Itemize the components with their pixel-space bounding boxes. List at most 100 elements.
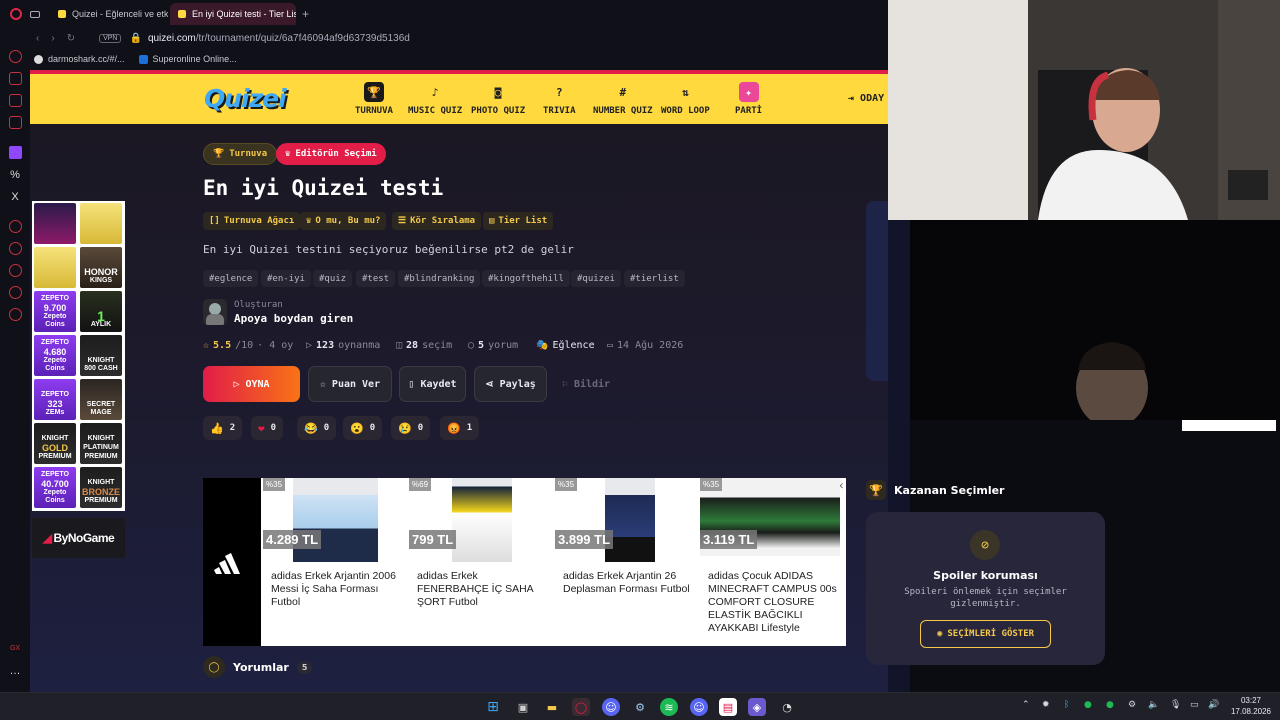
nav-party[interactable]: ✦ PARTİ: [735, 82, 762, 120]
pin-icon[interactable]: [8, 286, 22, 299]
launcher-icon[interactable]: ◈: [748, 698, 766, 716]
tray-spotify-icon[interactable]: ●: [1106, 700, 1114, 710]
reaction-angry[interactable]: 😡 1: [440, 416, 480, 440]
ad-tile[interactable]: ZEPETO 9.700 Zepeto Coins: [34, 291, 76, 332]
file-explorer-icon[interactable]: ▬: [543, 698, 561, 716]
steam-icon[interactable]: ⚙: [631, 698, 649, 716]
forward-icon[interactable]: ›: [51, 33, 54, 44]
tag-chip[interactable]: #kingofthehill: [482, 270, 570, 287]
login-link[interactable]: ⇥ ODAY: [848, 93, 884, 104]
new-tab-plus-icon[interactable]: +: [302, 7, 309, 21]
mode-this-or-that[interactable]: ♛ O mu, Bu mu?: [300, 212, 387, 230]
start-icon[interactable]: ⊞: [484, 698, 502, 716]
nav-tournament[interactable]: 🏆 TURNUVA: [355, 82, 393, 120]
discord-icon[interactable]: ☺: [602, 698, 620, 716]
share-button[interactable]: ⋖ Paylaş: [474, 366, 547, 402]
vpn-badge[interactable]: VPN: [99, 33, 122, 43]
creator-avatar[interactable]: [203, 299, 227, 325]
bynogame-logo[interactable]: ◢ ByNoGame: [32, 518, 125, 558]
tray-chevron-icon[interactable]: ⌃: [1022, 700, 1030, 710]
nav-photo-quiz[interactable]: ◙ PHOTO QUIZ: [471, 82, 525, 120]
ad-tile[interactable]: [34, 203, 76, 244]
monitor-icon[interactable]: ▭: [1190, 700, 1199, 710]
task-view-icon[interactable]: ▣: [514, 698, 532, 716]
save-button[interactable]: ▯ Kaydet: [399, 366, 466, 402]
back-icon[interactable]: ‹: [36, 33, 39, 44]
discord-alt-icon[interactable]: ☺: [690, 698, 708, 716]
messenger-icon[interactable]: [8, 50, 22, 63]
quizei-logo[interactable]: Quizei: [204, 84, 287, 113]
aria-icon[interactable]: [8, 72, 22, 85]
ad-tile[interactable]: SECRET MAGE: [80, 379, 122, 420]
show-choices-button[interactable]: ◉ SEÇİMLERİ GÖSTER: [920, 620, 1051, 648]
ad-tile[interactable]: ZEPETO 323 ZEMs: [34, 379, 76, 420]
tag-chip[interactable]: #test: [356, 270, 396, 287]
ad-tile[interactable]: HONOR KINGS: [80, 247, 122, 288]
nav-music-quiz[interactable]: ♪ MUSIC QUIZ: [408, 82, 462, 120]
reaction-laugh[interactable]: 😂 0: [297, 416, 337, 440]
bulb-icon[interactable]: [8, 264, 22, 277]
tab-switcher-icon[interactable]: [30, 10, 40, 18]
tray-steam-icon[interactable]: ⚙: [1128, 700, 1136, 710]
x-icon[interactable]: X: [9, 190, 22, 203]
music-icon[interactable]: [8, 116, 22, 129]
tag-chip[interactable]: #tierlist: [624, 270, 685, 287]
tray-app-icon[interactable]: ●: [1084, 700, 1092, 710]
bluetooth-icon[interactable]: ᛒ: [1064, 700, 1069, 710]
tab-tier-list[interactable]: En iyi Quizei testi - Tier List: [170, 3, 296, 25]
nav-number-quiz[interactable]: # NUMBER QUIZ: [593, 82, 653, 120]
nav-trivia[interactable]: ? TRIVIA: [543, 82, 576, 120]
reload-icon[interactable]: ↻: [67, 33, 75, 44]
report-button[interactable]: ⚐ Bildir: [556, 366, 616, 402]
opera-logo-icon[interactable]: [10, 8, 22, 20]
ad-tile[interactable]: ZEPETO 4.680 Zepeto Coins: [34, 335, 76, 376]
reaction-wow[interactable]: 😮 0: [343, 416, 383, 440]
more-icon[interactable]: …: [9, 664, 22, 677]
tab-quizei-home[interactable]: Quizei - Eğlenceli ve etkile: [50, 3, 168, 25]
tag-chip[interactable]: #quizei: [571, 270, 621, 287]
clock-icon[interactable]: [8, 242, 22, 255]
gx-icon[interactable]: GX: [9, 642, 22, 655]
tag-chip[interactable]: #blindranking: [398, 270, 481, 287]
microphone-icon[interactable]: 🎙: [1170, 700, 1181, 710]
chat-icon[interactable]: [8, 94, 22, 107]
spotify-icon[interactable]: ≋: [660, 698, 678, 716]
ad-tile[interactable]: KNIGHT BRONZE PREMIUM: [80, 467, 122, 508]
nav-word-loop[interactable]: ⇅ WORD LOOP: [661, 82, 710, 120]
ad-tile[interactable]: 1 AYLIK: [80, 291, 122, 332]
tag-chip[interactable]: #en-iyi: [261, 270, 311, 287]
ad-product[interactable]: %35 4.289 TL adidas Erkek Arjantin 2006 …: [263, 478, 403, 646]
mode-tier-list[interactable]: ▤ Tier List: [483, 212, 554, 230]
opera-gx-icon[interactable]: ◯: [572, 698, 590, 716]
bookmark-superonline[interactable]: Superonline Online...: [138, 54, 237, 64]
volume-icon[interactable]: 🔊: [1208, 700, 1219, 710]
url-field[interactable]: quizei.com/tr/tournament/quiz/6a7f46094a…: [148, 33, 410, 44]
reaction-sad[interactable]: 😢 0: [391, 416, 431, 440]
ad-tile[interactable]: KNIGHT 800 CASH: [80, 335, 122, 376]
tray-sound-icon[interactable]: 🔈: [1148, 700, 1159, 710]
tray-settings-icon[interactable]: ✹: [1042, 700, 1050, 710]
ad-product[interactable]: %35 3.899 TL adidas Erkek Arjantin 26 De…: [555, 478, 695, 646]
ad-product[interactable]: %69 799 TL adidas Erkek FENERBAHÇE İÇ SA…: [409, 478, 549, 646]
rate-button[interactable]: ☆ Puan Ver: [308, 366, 392, 402]
ad-tile[interactable]: ZEPETO 40.700 Zepeto Coins: [34, 467, 76, 508]
ad-tile[interactable]: [80, 203, 122, 244]
stat-category[interactable]: 🎭 Eğlence: [536, 340, 595, 351]
ad-tile[interactable]: KNIGHT GOLD PREMIUM: [34, 423, 76, 464]
settings-icon[interactable]: [8, 308, 22, 321]
app-icon[interactable]: ▤: [719, 698, 737, 716]
ad-banner[interactable]: ⓘ ✕ %35 4.289 TL adidas Erkek Arjantin 2…: [203, 478, 846, 646]
tracker-icon[interactable]: ◔: [778, 698, 796, 716]
tag-chip[interactable]: #quiz: [313, 270, 353, 287]
twitch-icon[interactable]: [8, 146, 22, 159]
creator-name[interactable]: Apoya boydan giren: [234, 312, 353, 325]
percent-icon[interactable]: %: [9, 168, 22, 181]
side-ad[interactable]: HONOR KINGS ZEPETO 9.700 Zepeto Coins 1 AYLI…: [32, 201, 125, 511]
reaction-love[interactable]: ❤ 0: [251, 416, 284, 440]
tag-chip[interactable]: #eglence: [203, 270, 259, 287]
taskbar-clock[interactable]: 03:27 17.08.2026: [1228, 695, 1274, 717]
ad-product[interactable]: %35 3.119 TL adidas Çocuk ADIDAS MINECRA…: [700, 478, 840, 646]
mode-bracket[interactable]: [] Turnuva Ağacı: [203, 212, 301, 230]
mode-blind-ranking[interactable]: ☰ Kör Sıralama: [392, 212, 482, 230]
ad-tile[interactable]: [34, 247, 76, 288]
